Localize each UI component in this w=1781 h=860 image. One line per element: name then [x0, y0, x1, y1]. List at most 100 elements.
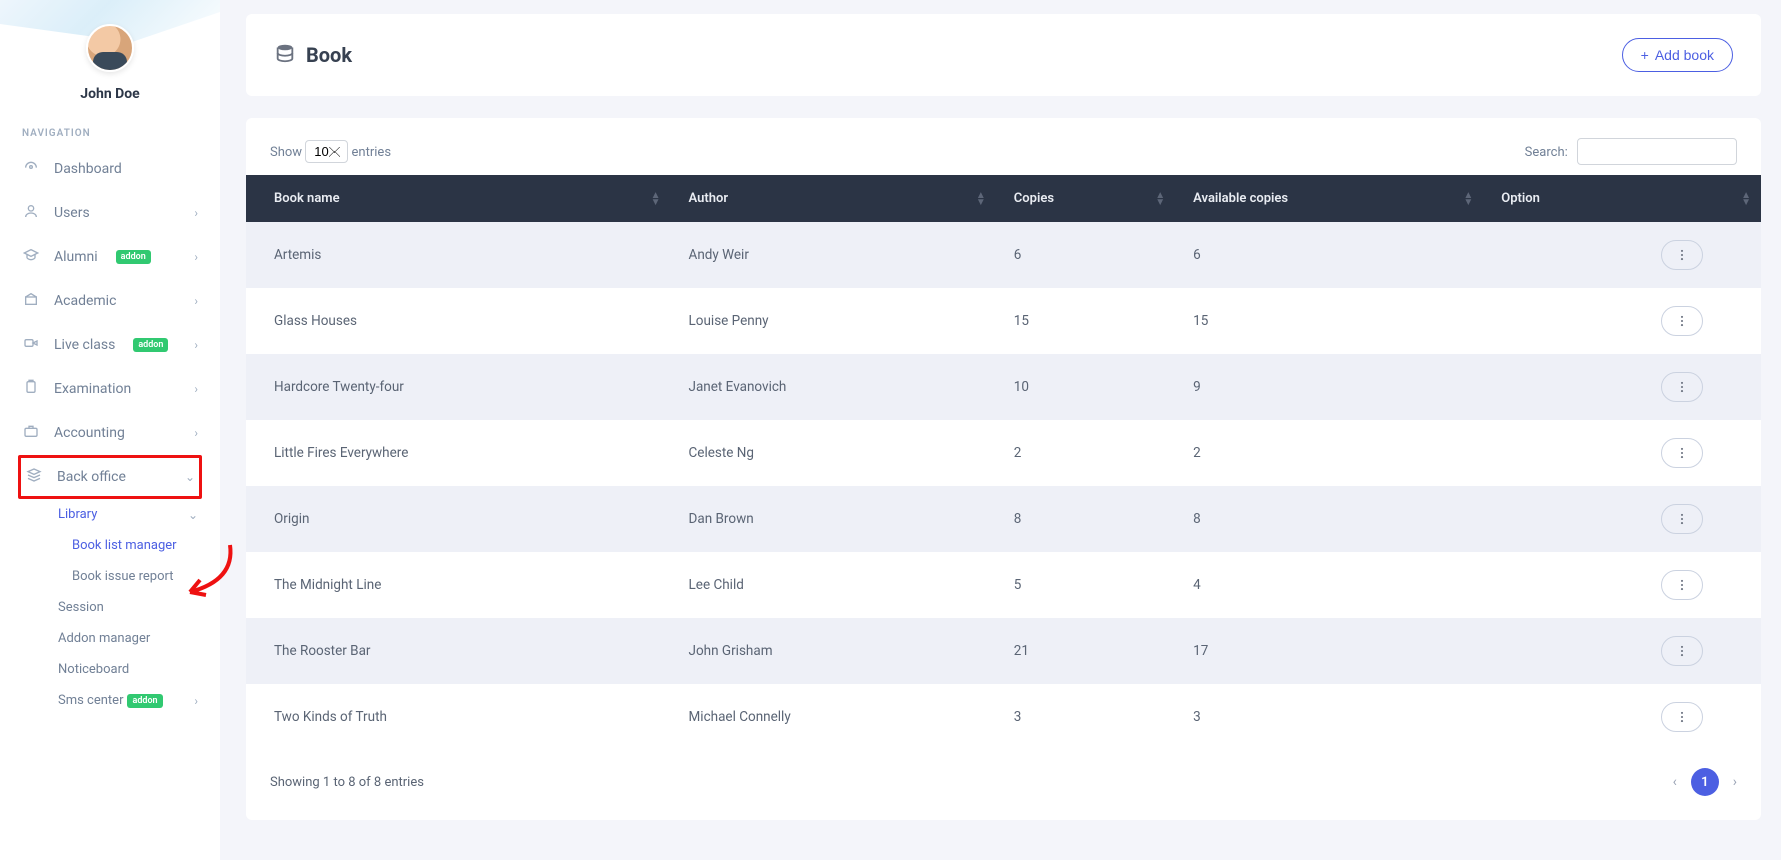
sidebar-item-label: Live class — [54, 337, 115, 353]
sidebar-item-addon-manager[interactable]: Addon manager — [0, 623, 220, 654]
row-options-button[interactable] — [1661, 504, 1703, 534]
sidebar-item-label: Noticeboard — [58, 662, 129, 677]
sidebar-item-sms-center[interactable]: Sms center addon › — [0, 685, 220, 716]
sidebar-item-label: Library — [58, 507, 97, 522]
layers-icon — [25, 467, 43, 487]
sidebar-item-liveclass[interactable]: Live class addon › — [0, 323, 220, 367]
cell-author: Janet Evanovich — [671, 354, 996, 420]
cell-copies: 21 — [996, 618, 1175, 684]
sidebar-item-book-list-manager[interactable]: Book list manager — [0, 530, 220, 561]
sidebar-item-book-issue-report[interactable]: Book issue report — [0, 561, 220, 592]
page-number-current[interactable]: 1 — [1691, 768, 1719, 796]
sidebar-item-backoffice[interactable]: Back office ⌄ — [18, 455, 202, 499]
chevron-right-icon: › — [194, 694, 198, 708]
main-content: Book + Add book Show 10 entries Search: — [220, 0, 1781, 860]
sidebar-item-label: Book issue report — [72, 569, 173, 584]
sidebar-item-label: Dashboard — [54, 161, 122, 177]
sort-icon: ▲▼ — [651, 192, 661, 206]
addon-badge: addon — [127, 694, 162, 708]
chevron-down-icon: ⌄ — [188, 508, 198, 522]
cell-copies: 5 — [996, 552, 1175, 618]
sidebar-item-noticeboard[interactable]: Noticeboard — [0, 654, 220, 685]
cell-option — [1483, 288, 1761, 354]
page-title: Book — [306, 43, 352, 67]
sidebar-item-examination[interactable]: Examination › — [0, 367, 220, 411]
col-author[interactable]: Author▲▼ — [671, 175, 996, 222]
sidebar: John Doe NAVIGATION Dashboard Users › Al… — [0, 0, 220, 860]
col-label: Option — [1501, 191, 1540, 206]
chevron-right-icon: › — [194, 250, 198, 264]
cell-author: Lee Child — [671, 552, 996, 618]
sidebar-item-library[interactable]: Library ⌄ — [0, 499, 220, 530]
sidebar-item-session[interactable]: Session — [0, 592, 220, 623]
cell-author: John Grisham — [671, 618, 996, 684]
cell-available: 4 — [1175, 552, 1483, 618]
add-book-button[interactable]: + Add book — [1622, 38, 1733, 72]
chevron-right-icon: › — [194, 426, 198, 440]
user-icon — [22, 203, 40, 223]
video-icon — [22, 335, 40, 355]
cell-book-name: Little Fires Everywhere — [246, 420, 671, 486]
cell-book-name: Artemis — [246, 222, 671, 288]
show-suffix: entries — [352, 145, 392, 160]
building-icon — [22, 291, 40, 311]
col-book-name[interactable]: Book name▲▼ — [246, 175, 671, 222]
row-options-button[interactable] — [1661, 702, 1703, 732]
addon-badge: addon — [116, 250, 151, 264]
more-vertical-icon — [1675, 578, 1689, 592]
row-options-button[interactable] — [1661, 570, 1703, 600]
cell-author: Celeste Ng — [671, 420, 996, 486]
col-label: Available copies — [1193, 191, 1288, 206]
cell-author: Michael Connelly — [671, 684, 996, 750]
clipboard-icon — [22, 379, 40, 399]
sidebar-item-users[interactable]: Users › — [0, 191, 220, 235]
row-options-button[interactable] — [1661, 240, 1703, 270]
cell-copies: 8 — [996, 486, 1175, 552]
cell-book-name: Two Kinds of Truth — [246, 684, 671, 750]
cell-copies: 2 — [996, 420, 1175, 486]
sidebar-item-alumni[interactable]: Alumni addon › — [0, 235, 220, 279]
sidebar-item-label: Examination — [54, 381, 131, 397]
cell-option — [1483, 618, 1761, 684]
nav-section-label: NAVIGATION — [0, 110, 220, 147]
col-label: Copies — [1014, 191, 1054, 206]
more-vertical-icon — [1675, 446, 1689, 460]
col-option[interactable]: Option▲▼ — [1483, 175, 1761, 222]
cell-copies: 3 — [996, 684, 1175, 750]
books-table: Book name▲▼ Author▲▼ Copies▲▼ Available … — [246, 175, 1761, 750]
col-copies[interactable]: Copies▲▼ — [996, 175, 1175, 222]
more-vertical-icon — [1675, 512, 1689, 526]
page-length-select[interactable]: 10 — [305, 140, 348, 163]
sidebar-item-label: Addon manager — [58, 631, 150, 646]
table-row: Little Fires EverywhereCeleste Ng22 — [246, 420, 1761, 486]
row-options-button[interactable] — [1661, 438, 1703, 468]
cell-option — [1483, 486, 1761, 552]
row-options-button[interactable] — [1661, 372, 1703, 402]
cell-available: 2 — [1175, 420, 1483, 486]
sidebar-item-dashboard[interactable]: Dashboard — [0, 147, 220, 191]
row-options-button[interactable] — [1661, 636, 1703, 666]
gauge-icon — [22, 159, 40, 179]
col-label: Author — [689, 191, 729, 206]
sidebar-item-label: Session — [58, 600, 104, 615]
cell-option — [1483, 420, 1761, 486]
cell-author: Dan Brown — [671, 486, 996, 552]
row-options-button[interactable] — [1661, 306, 1703, 336]
sidebar-item-accounting[interactable]: Accounting › — [0, 411, 220, 455]
sidebar-item-academic[interactable]: Academic › — [0, 279, 220, 323]
page-prev-button[interactable]: ‹ — [1673, 774, 1677, 790]
more-vertical-icon — [1675, 644, 1689, 658]
search-input[interactable] — [1577, 138, 1737, 165]
col-available[interactable]: Available copies▲▼ — [1175, 175, 1483, 222]
graduation-icon — [22, 247, 40, 267]
username: John Doe — [0, 86, 220, 102]
sidebar-item-label: Academic — [54, 293, 116, 309]
more-vertical-icon — [1675, 314, 1689, 328]
cell-author: Andy Weir — [671, 222, 996, 288]
search-label: Search: — [1525, 145, 1568, 160]
cell-available: 9 — [1175, 354, 1483, 420]
chevron-down-icon: ⌄ — [185, 470, 195, 484]
pagination: ‹ 1 › — [1673, 768, 1737, 796]
page-next-button[interactable]: › — [1733, 774, 1737, 790]
cell-book-name: The Rooster Bar — [246, 618, 671, 684]
